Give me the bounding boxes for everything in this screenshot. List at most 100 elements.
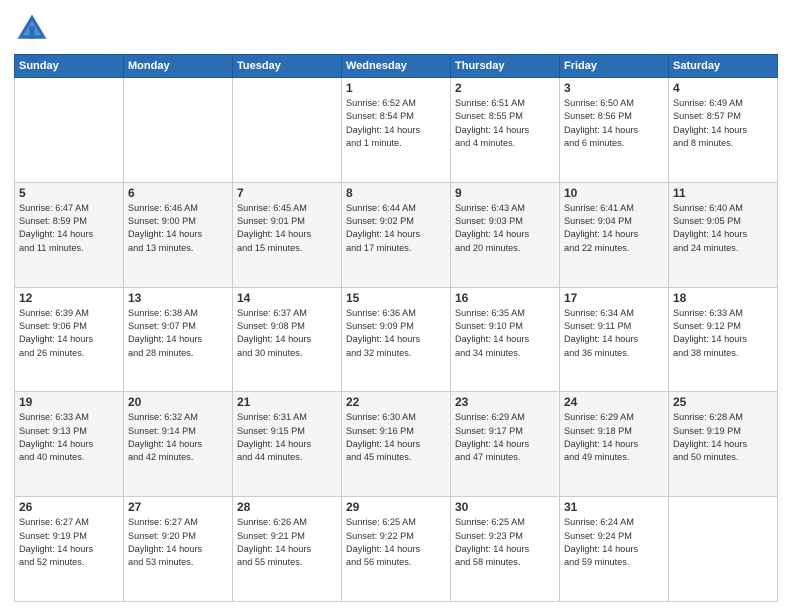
day-cell-1: 1 Sunrise: 6:52 AM Sunset: 8:54 PM Daylig… [342, 78, 451, 183]
day-cell-16: 16Sunrise: 6:35 AM Sunset: 9:10 PM Dayli… [451, 287, 560, 392]
day-cell-9: 9 Sunrise: 6:43 AM Sunset: 9:03 PM Daylig… [451, 182, 560, 287]
day-number: 2 [455, 81, 555, 95]
day-info: Sunrise: 6:27 AM Sunset: 9:20 PM Dayligh… [128, 516, 228, 569]
empty-cell [124, 78, 233, 183]
day-number: 21 [237, 395, 337, 409]
day-number: 1 [346, 81, 446, 95]
day-number: 3 [564, 81, 664, 95]
day-info: Sunrise: 6:33 AM Sunset: 9:12 PM Dayligh… [673, 307, 773, 360]
day-info: Sunrise: 6:30 AM Sunset: 9:16 PM Dayligh… [346, 411, 446, 464]
day-number: 29 [346, 500, 446, 514]
day-info: Sunrise: 6:44 AM Sunset: 9:02 PM Dayligh… [346, 202, 446, 255]
day-info: Sunrise: 6:47 AM Sunset: 8:59 PM Dayligh… [19, 202, 119, 255]
day-cell-28: 28Sunrise: 6:26 AM Sunset: 9:21 PM Dayli… [233, 497, 342, 602]
col-header-friday: Friday [560, 55, 669, 78]
day-info: Sunrise: 6:43 AM Sunset: 9:03 PM Dayligh… [455, 202, 555, 255]
day-number: 9 [455, 186, 555, 200]
day-cell-8: 8 Sunrise: 6:44 AM Sunset: 9:02 PM Daylig… [342, 182, 451, 287]
col-header-wednesday: Wednesday [342, 55, 451, 78]
day-info: Sunrise: 6:52 AM Sunset: 8:54 PM Dayligh… [346, 97, 446, 150]
day-info: Sunrise: 6:32 AM Sunset: 9:14 PM Dayligh… [128, 411, 228, 464]
day-number: 4 [673, 81, 773, 95]
day-cell-13: 13 Sunrise: 6:38 AM Sunset: 9:07 PM Dayli… [124, 287, 233, 392]
day-cell-26: 26 Sunrise: 6:27 AM Sunset: 9:19 PM Dayli… [15, 497, 124, 602]
day-info: Sunrise: 6:41 AM Sunset: 9:04 PM Dayligh… [564, 202, 664, 255]
day-number: 12 [19, 291, 119, 305]
day-cell-10: 10Sunrise: 6:41 AM Sunset: 9:04 PM Dayli… [560, 182, 669, 287]
day-number: 8 [346, 186, 446, 200]
logo-icon [14, 10, 50, 46]
day-number: 23 [455, 395, 555, 409]
day-cell-14: 14Sunrise: 6:37 AM Sunset: 9:08 PM Dayli… [233, 287, 342, 392]
day-number: 13 [128, 291, 228, 305]
day-number: 22 [346, 395, 446, 409]
day-info: Sunrise: 6:51 AM Sunset: 8:55 PM Dayligh… [455, 97, 555, 150]
day-cell-18: 18Sunrise: 6:33 AM Sunset: 9:12 PM Dayli… [669, 287, 778, 392]
col-header-thursday: Thursday [451, 55, 560, 78]
day-cell-4: 4 Sunrise: 6:49 AM Sunset: 8:57 PM Daylig… [669, 78, 778, 183]
day-info: Sunrise: 6:46 AM Sunset: 9:00 PM Dayligh… [128, 202, 228, 255]
day-info: Sunrise: 6:34 AM Sunset: 9:11 PM Dayligh… [564, 307, 664, 360]
day-cell-15: 15 Sunrise: 6:36 AM Sunset: 9:09 PM Dayli… [342, 287, 451, 392]
header [14, 10, 778, 46]
day-number: 14 [237, 291, 337, 305]
day-info: Sunrise: 6:29 AM Sunset: 9:17 PM Dayligh… [455, 411, 555, 464]
day-number: 27 [128, 500, 228, 514]
day-info: Sunrise: 6:27 AM Sunset: 9:19 PM Dayligh… [19, 516, 119, 569]
day-number: 25 [673, 395, 773, 409]
day-cell-24: 24 Sunrise: 6:29 AM Sunset: 9:18 PM Dayli… [560, 392, 669, 497]
calendar-header-row: SundayMondayTuesdayWednesdayThursdayFrid… [15, 55, 778, 78]
day-cell-31: 31 Sunrise: 6:24 AM Sunset: 9:24 PM Dayli… [560, 497, 669, 602]
calendar-table: SundayMondayTuesdayWednesdayThursdayFrid… [14, 54, 778, 602]
day-cell-20: 20Sunrise: 6:32 AM Sunset: 9:14 PM Dayli… [124, 392, 233, 497]
day-number: 24 [564, 395, 664, 409]
day-info: Sunrise: 6:24 AM Sunset: 9:24 PM Dayligh… [564, 516, 664, 569]
logo [14, 10, 54, 46]
day-cell-21: 21 Sunrise: 6:31 AM Sunset: 9:15 PM Dayli… [233, 392, 342, 497]
day-cell-11: 11 Sunrise: 6:40 AM Sunset: 9:05 PM Dayli… [669, 182, 778, 287]
day-info: Sunrise: 6:31 AM Sunset: 9:15 PM Dayligh… [237, 411, 337, 464]
col-header-saturday: Saturday [669, 55, 778, 78]
calendar-row-2: 12 Sunrise: 6:39 AM Sunset: 9:06 PM Dayli… [15, 287, 778, 392]
day-cell-6: 6 Sunrise: 6:46 AM Sunset: 9:00 PM Daylig… [124, 182, 233, 287]
day-number: 6 [128, 186, 228, 200]
day-number: 7 [237, 186, 337, 200]
day-cell-17: 17Sunrise: 6:34 AM Sunset: 9:11 PM Dayli… [560, 287, 669, 392]
day-number: 11 [673, 186, 773, 200]
day-number: 5 [19, 186, 119, 200]
day-number: 19 [19, 395, 119, 409]
empty-cell [233, 78, 342, 183]
day-cell-30: 30Sunrise: 6:25 AM Sunset: 9:23 PM Dayli… [451, 497, 560, 602]
day-info: Sunrise: 6:28 AM Sunset: 9:19 PM Dayligh… [673, 411, 773, 464]
day-cell-22: 22 Sunrise: 6:30 AM Sunset: 9:16 PM Dayli… [342, 392, 451, 497]
day-info: Sunrise: 6:49 AM Sunset: 8:57 PM Dayligh… [673, 97, 773, 150]
day-cell-2: 2 Sunrise: 6:51 AM Sunset: 8:55 PM Daylig… [451, 78, 560, 183]
day-cell-12: 12 Sunrise: 6:39 AM Sunset: 9:06 PM Dayli… [15, 287, 124, 392]
day-info: Sunrise: 6:25 AM Sunset: 9:22 PM Dayligh… [346, 516, 446, 569]
day-info: Sunrise: 6:39 AM Sunset: 9:06 PM Dayligh… [19, 307, 119, 360]
day-info: Sunrise: 6:29 AM Sunset: 9:18 PM Dayligh… [564, 411, 664, 464]
day-info: Sunrise: 6:40 AM Sunset: 9:05 PM Dayligh… [673, 202, 773, 255]
day-info: Sunrise: 6:36 AM Sunset: 9:09 PM Dayligh… [346, 307, 446, 360]
day-info: Sunrise: 6:45 AM Sunset: 9:01 PM Dayligh… [237, 202, 337, 255]
day-number: 16 [455, 291, 555, 305]
day-cell-19: 19Sunrise: 6:33 AM Sunset: 9:13 PM Dayli… [15, 392, 124, 497]
day-cell-7: 7 Sunrise: 6:45 AM Sunset: 9:01 PM Daylig… [233, 182, 342, 287]
col-header-sunday: Sunday [15, 55, 124, 78]
empty-cell [15, 78, 124, 183]
empty-cell [669, 497, 778, 602]
calendar-row-4: 26 Sunrise: 6:27 AM Sunset: 9:19 PM Dayli… [15, 497, 778, 602]
day-number: 15 [346, 291, 446, 305]
day-cell-3: 3 Sunrise: 6:50 AM Sunset: 8:56 PM Daylig… [560, 78, 669, 183]
page: SundayMondayTuesdayWednesdayThursdayFrid… [0, 0, 792, 612]
day-info: Sunrise: 6:25 AM Sunset: 9:23 PM Dayligh… [455, 516, 555, 569]
day-cell-25: 25 Sunrise: 6:28 AM Sunset: 9:19 PM Dayli… [669, 392, 778, 497]
day-info: Sunrise: 6:38 AM Sunset: 9:07 PM Dayligh… [128, 307, 228, 360]
day-number: 31 [564, 500, 664, 514]
calendar-row-0: 1 Sunrise: 6:52 AM Sunset: 8:54 PM Daylig… [15, 78, 778, 183]
day-number: 26 [19, 500, 119, 514]
day-info: Sunrise: 6:50 AM Sunset: 8:56 PM Dayligh… [564, 97, 664, 150]
calendar-row-3: 19Sunrise: 6:33 AM Sunset: 9:13 PM Dayli… [15, 392, 778, 497]
day-info: Sunrise: 6:26 AM Sunset: 9:21 PM Dayligh… [237, 516, 337, 569]
col-header-tuesday: Tuesday [233, 55, 342, 78]
